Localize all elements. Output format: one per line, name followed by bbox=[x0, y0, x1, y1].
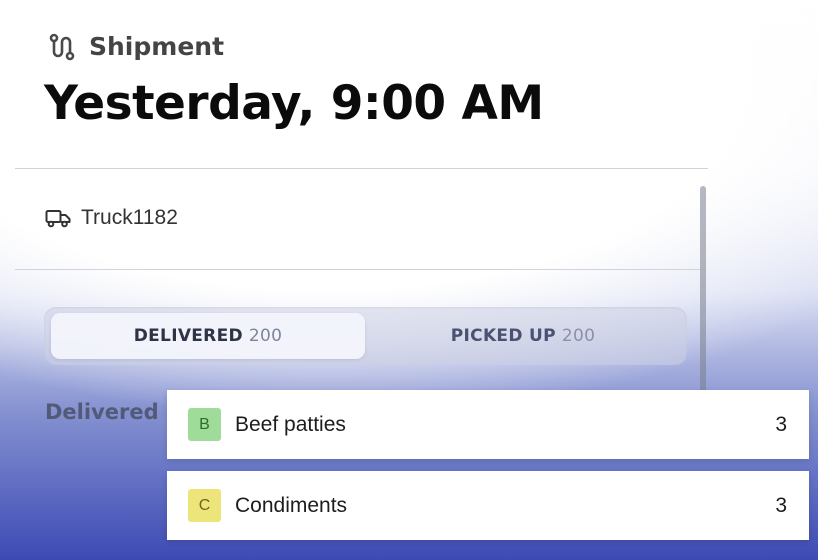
item-badge: C bbox=[188, 489, 221, 522]
truck-icon bbox=[45, 210, 71, 228]
scrollbar[interactable] bbox=[700, 186, 706, 406]
tab-delivered-count: 200 bbox=[248, 326, 283, 346]
item-name: Beef patties bbox=[235, 412, 346, 436]
header-label-text: Shipment bbox=[89, 32, 225, 61]
section-heading: Delivered bbox=[45, 400, 159, 424]
tab-picked-up-count: 200 bbox=[561, 326, 596, 346]
header-label: Shipment bbox=[47, 32, 224, 61]
item-quantity: 3 bbox=[775, 412, 787, 436]
divider bbox=[15, 269, 700, 270]
list-item[interactable]: B Beef patties 3 bbox=[167, 390, 809, 459]
vehicle-name: Truck1182 bbox=[81, 206, 178, 229]
item-badge: B bbox=[188, 408, 221, 441]
tab-delivered[interactable]: DELIVERED 200 bbox=[51, 313, 365, 359]
page-title: Yesterday, 9:00 AM bbox=[44, 76, 544, 131]
route-icon bbox=[49, 33, 75, 60]
status-tabs: DELIVERED 200 PICKED UP 200 bbox=[44, 307, 687, 365]
tab-picked-up-label: PICKED UP bbox=[450, 326, 556, 346]
tab-delivered-label: DELIVERED bbox=[133, 326, 243, 346]
item-name: Condiments bbox=[235, 493, 348, 517]
list-item[interactable]: C Condiments 3 bbox=[167, 471, 809, 540]
tab-picked-up[interactable]: PICKED UP 200 bbox=[365, 313, 681, 359]
item-quantity: 3 bbox=[775, 493, 787, 517]
vehicle-row: Truck1182 bbox=[45, 206, 178, 230]
